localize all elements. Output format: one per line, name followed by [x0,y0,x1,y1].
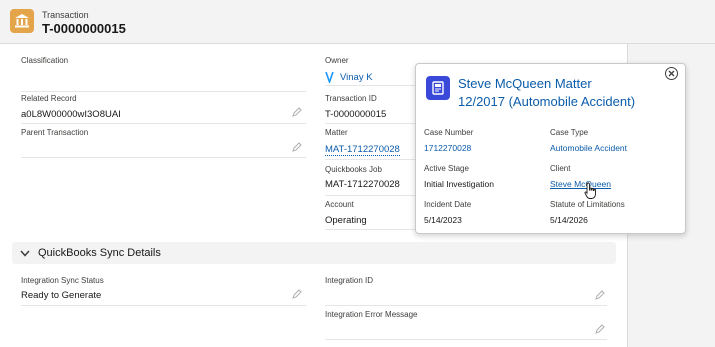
owner-avatar-icon [325,71,334,83]
page-title: T-0000000015 [42,21,126,36]
related-record-label: Related Record [21,94,77,103]
case-type-value[interactable]: Automobile Accident [550,143,627,153]
divider [325,305,607,306]
edit-related-record-icon[interactable] [292,107,302,117]
related-record-value: a0L8W00000wI3O8UAI [21,109,121,120]
integration-sync-status-value: Ready to Generate [21,290,102,301]
quickbooks-job-field: Quickbooks Job MAT-1712270028 [325,165,415,196]
client-label: Client [550,164,571,173]
divider [325,339,607,340]
matter-briefcase-icon [426,76,450,100]
account-label: Account [325,200,354,209]
case-number-value[interactable]: 1712270028 [424,143,473,153]
divider [325,195,415,196]
related-record-field: Related Record a0L8W00000wI3O8UAI [21,94,306,124]
divider [21,157,306,158]
integration-sync-status-label: Integration Sync Status [21,276,104,285]
quickbooks-job-label: Quickbooks Job [325,165,382,174]
statute-of-limitations-value: 5/14/2026 [550,215,588,225]
record-type-label: Transaction [42,10,89,20]
bank-icon [10,9,34,33]
divider [325,85,415,86]
transaction-id-field: Transaction ID T-0000000015 [325,94,415,124]
divider [325,229,415,230]
incident-date-value: 5/14/2023 [424,215,462,225]
matter-label: Matter [325,128,348,137]
section-title: QuickBooks Sync Details [38,247,161,259]
quickbooks-job-value: MAT-1712270028 [325,179,400,190]
divider [21,123,306,124]
matter-field: Matter MAT-1712270028 [325,128,415,160]
active-stage-value: Initial Investigation [424,179,494,189]
divider [325,159,415,160]
owner-name-link[interactable]: Vinay K [340,72,373,83]
statute-of-limitations-label: Statute of Limitations [550,200,625,209]
active-stage-label: Active Stage [424,164,469,173]
edit-integration-error-message-icon[interactable] [595,324,605,334]
edit-parent-transaction-icon[interactable] [292,142,302,152]
integration-id-field: Integration ID [325,276,607,306]
integration-error-message-field: Integration Error Message [325,310,607,340]
owner-label: Owner [325,56,349,65]
statute-of-limitations-field: Statute of Limitations 5/14/2026 [550,200,625,225]
integration-sync-status-field: Integration Sync Status Ready to Generat… [21,276,306,306]
account-field: Account Operating [325,200,415,230]
account-value: Operating [325,215,367,226]
matter-link[interactable]: MAT-1712270028 [325,144,400,156]
divider [325,123,415,124]
client-field: Client Steve McQueen [550,164,611,189]
integration-id-label: Integration ID [325,276,374,285]
integration-error-message-label: Integration Error Message [325,310,418,319]
owner-field: Owner Vinay K [325,56,415,86]
edit-integration-id-icon[interactable] [595,290,605,300]
matter-hover-card: Steve McQueen Matter 12/2017 (Automobile… [415,63,686,234]
parent-transaction-label: Parent Transaction [21,128,89,137]
transaction-id-label: Transaction ID [325,94,377,103]
classification-label: Classification [21,56,69,65]
classification-field: Classification [21,56,306,92]
matter-title-line-2[interactable]: 12/2017 (Automobile Accident) [458,94,635,109]
transaction-id-value: T-0000000015 [325,109,387,120]
client-link[interactable]: Steve McQueen [550,179,611,189]
hand-pointer-icon [584,182,596,199]
chevron-down-icon[interactable] [20,250,30,257]
divider [21,305,306,306]
case-type-field: Case Type Automobile Accident [550,128,627,153]
owner-value[interactable]: Vinay K [325,71,415,83]
matter-title-link[interactable]: Steve McQueen Matter 12/2017 (Automobile… [458,75,673,111]
divider [21,91,306,92]
edit-integration-sync-status-icon[interactable] [292,289,302,299]
incident-date-field: Incident Date 5/14/2023 [424,200,471,225]
parent-transaction-field: Parent Transaction [21,128,306,158]
matter-title-line-1[interactable]: Steve McQueen Matter [458,76,592,91]
case-number-field: Case Number 1712270028 [424,128,473,153]
incident-date-label: Incident Date [424,200,472,209]
case-number-label: Case Number [424,128,474,137]
active-stage-field: Active Stage Initial Investigation [424,164,494,189]
quickbooks-sync-section-header[interactable]: QuickBooks Sync Details [12,242,616,264]
case-type-label: Case Type [550,128,589,137]
record-header: Transaction T-0000000015 [0,0,715,44]
